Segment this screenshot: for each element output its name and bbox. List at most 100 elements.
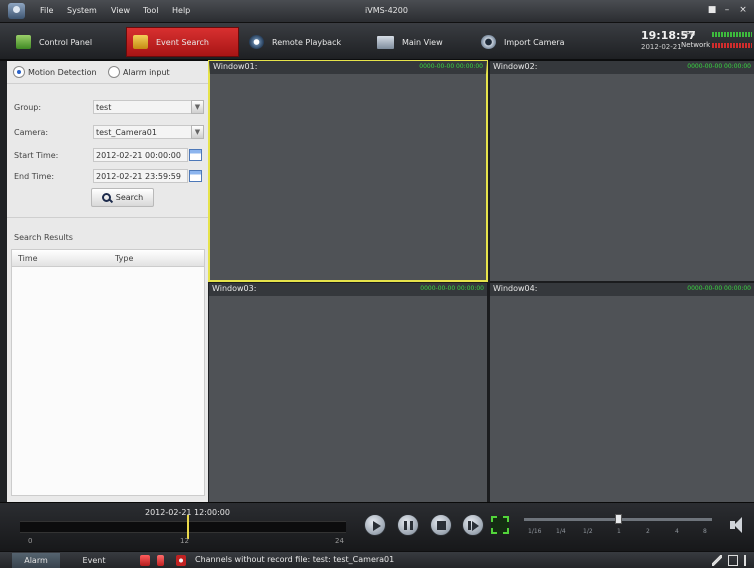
pause-icon[interactable] bbox=[397, 514, 419, 536]
camera-select[interactable]: test_Camera01 bbox=[93, 125, 192, 139]
calendar-icon[interactable] bbox=[189, 149, 202, 161]
network-label: Network bbox=[681, 41, 711, 49]
main-view-icon bbox=[377, 35, 394, 49]
menu-view[interactable]: View bbox=[111, 6, 130, 15]
clipboard-icon[interactable] bbox=[728, 555, 738, 566]
speed-label: 1/2 bbox=[583, 528, 593, 535]
tab-import-camera[interactable]: Import Camera bbox=[475, 27, 585, 57]
window-label: Window01: bbox=[213, 62, 258, 71]
volume-icon[interactable] bbox=[730, 516, 748, 534]
window-timestamp: 0000-00-00 00:00:00 bbox=[420, 285, 484, 292]
event-search-panel: Motion Detection Alarm input Group: test… bbox=[7, 61, 208, 502]
timeline-tick: 0 bbox=[28, 537, 33, 545]
status-message: Channels without record file: test: test… bbox=[195, 555, 395, 564]
chevron-down-icon[interactable]: ▼ bbox=[191, 100, 204, 114]
motion-detection-label: Motion Detection bbox=[28, 68, 97, 77]
status-tab-alarm[interactable]: Alarm bbox=[12, 553, 60, 568]
cpu-usage-bar bbox=[712, 32, 752, 37]
end-time-label: End Time: bbox=[14, 172, 55, 181]
window-label: Window02: bbox=[493, 62, 538, 71]
speed-slider-thumb[interactable] bbox=[615, 514, 622, 524]
search-results-title: Search Results bbox=[14, 233, 73, 242]
search-icon bbox=[101, 192, 112, 203]
minimize-icon[interactable]: – bbox=[722, 4, 732, 17]
remote-playback-icon bbox=[249, 35, 264, 49]
record-status-icon[interactable] bbox=[157, 555, 164, 566]
status-tab-event[interactable]: Event bbox=[68, 553, 120, 568]
camera-label: Camera: bbox=[14, 128, 49, 137]
alarm-input-radio[interactable] bbox=[108, 66, 120, 78]
cpu-label: CPU bbox=[681, 30, 696, 38]
tab-remote-playback[interactable]: Remote Playback bbox=[243, 27, 361, 57]
menu-help[interactable]: Help bbox=[172, 6, 190, 15]
fullscreen-icon[interactable] bbox=[491, 516, 509, 534]
speed-label: 1 bbox=[617, 528, 621, 535]
group-select[interactable]: test bbox=[93, 100, 192, 114]
tab-event-search[interactable]: Event Search bbox=[126, 27, 239, 57]
column-header-type[interactable]: Type bbox=[115, 254, 133, 263]
speed-label: 2 bbox=[646, 528, 650, 535]
video-window-3[interactable]: Window03: 0000-00-00 00:00:00 bbox=[209, 283, 487, 502]
divider bbox=[7, 217, 208, 218]
timeline-tick: 24 bbox=[335, 537, 344, 545]
start-time-label: Start Time: bbox=[14, 151, 59, 160]
next-frame-icon[interactable] bbox=[462, 514, 484, 536]
more-icon[interactable] bbox=[744, 555, 754, 566]
tab-label: Control Panel bbox=[39, 37, 93, 47]
app-title: iVMS-4200 bbox=[365, 6, 408, 15]
timeline[interactable]: 2012-02-21 12:00:00 0 12 24 bbox=[20, 503, 346, 551]
speed-label: 8 bbox=[703, 528, 707, 535]
speed-label: 1/16 bbox=[528, 528, 542, 535]
status-bar: Alarm Event Channels without record file… bbox=[0, 551, 754, 568]
menu-tool[interactable]: Tool bbox=[143, 6, 159, 15]
search-button[interactable]: Search bbox=[91, 188, 154, 207]
timeline-tick: 12 bbox=[180, 537, 189, 545]
speed-label: 4 bbox=[675, 528, 679, 535]
search-results-table[interactable]: Time Type bbox=[11, 249, 205, 496]
control-panel-icon bbox=[16, 35, 31, 49]
close-icon[interactable]: × bbox=[738, 4, 748, 17]
camera-warning-icon bbox=[176, 555, 186, 566]
window-label: Window03: bbox=[212, 284, 257, 293]
video-window-2[interactable]: Window02: 0000-00-00 00:00:00 bbox=[490, 61, 754, 281]
video-window-4[interactable]: Window04: 0000-00-00 00:00:00 bbox=[490, 283, 754, 502]
alarm-input-label: Alarm input bbox=[123, 68, 170, 77]
start-time-input[interactable]: 2012-02-21 00:00:00 bbox=[93, 148, 188, 162]
menu-file[interactable]: File bbox=[40, 6, 53, 15]
timeline-track[interactable] bbox=[20, 521, 346, 533]
tab-control-panel[interactable]: Control Panel bbox=[10, 27, 120, 57]
tab-main-view[interactable]: Main View bbox=[371, 27, 471, 57]
search-mode-selector: Motion Detection Alarm input bbox=[7, 61, 208, 84]
results-table-header: Time Type bbox=[12, 250, 204, 267]
clock-date: 2012-02-21 bbox=[641, 43, 682, 51]
video-window-1[interactable]: Window01: 0000-00-00 00:00:00 bbox=[208, 60, 488, 282]
alarm-status-icon[interactable] bbox=[140, 555, 150, 566]
play-icon[interactable] bbox=[364, 514, 386, 536]
import-camera-icon bbox=[481, 35, 496, 49]
search-button-label: Search bbox=[115, 193, 144, 202]
module-tab-bar: Control Panel Event Search Remote Playba… bbox=[0, 23, 754, 61]
window-label: Window04: bbox=[493, 284, 538, 293]
menu-system[interactable]: System bbox=[67, 6, 97, 15]
end-time-input[interactable]: 2012-02-21 23:59:59 bbox=[93, 169, 188, 183]
video-window-grid: Window01: 0000-00-00 00:00:00 Window02: … bbox=[208, 60, 754, 502]
column-header-time[interactable]: Time bbox=[18, 254, 38, 263]
app-logo-icon bbox=[8, 3, 25, 19]
window-timestamp: 0000-00-00 00:00:00 bbox=[687, 285, 751, 292]
window-timestamp: 0000-00-00 00:00:00 bbox=[419, 63, 483, 70]
lock-icon[interactable]: ■ bbox=[707, 4, 717, 17]
speed-label: 1/4 bbox=[556, 528, 566, 535]
event-search-icon bbox=[133, 35, 148, 49]
motion-detection-radio[interactable] bbox=[13, 66, 25, 78]
stop-icon[interactable] bbox=[430, 514, 452, 536]
chevron-down-icon[interactable]: ▼ bbox=[191, 125, 204, 139]
tab-label: Remote Playback bbox=[272, 37, 342, 47]
network-usage-bar bbox=[712, 43, 752, 48]
timeline-cursor[interactable] bbox=[187, 515, 189, 539]
playback-control-bar: 2012-02-21 12:00:00 0 12 24 1/16 1/4 1/2… bbox=[0, 502, 754, 551]
calendar-icon[interactable] bbox=[189, 170, 202, 182]
pin-icon[interactable] bbox=[712, 555, 722, 566]
window-timestamp: 0000-00-00 00:00:00 bbox=[687, 63, 751, 70]
group-label: Group: bbox=[14, 103, 42, 112]
tab-label: Import Camera bbox=[504, 37, 565, 47]
